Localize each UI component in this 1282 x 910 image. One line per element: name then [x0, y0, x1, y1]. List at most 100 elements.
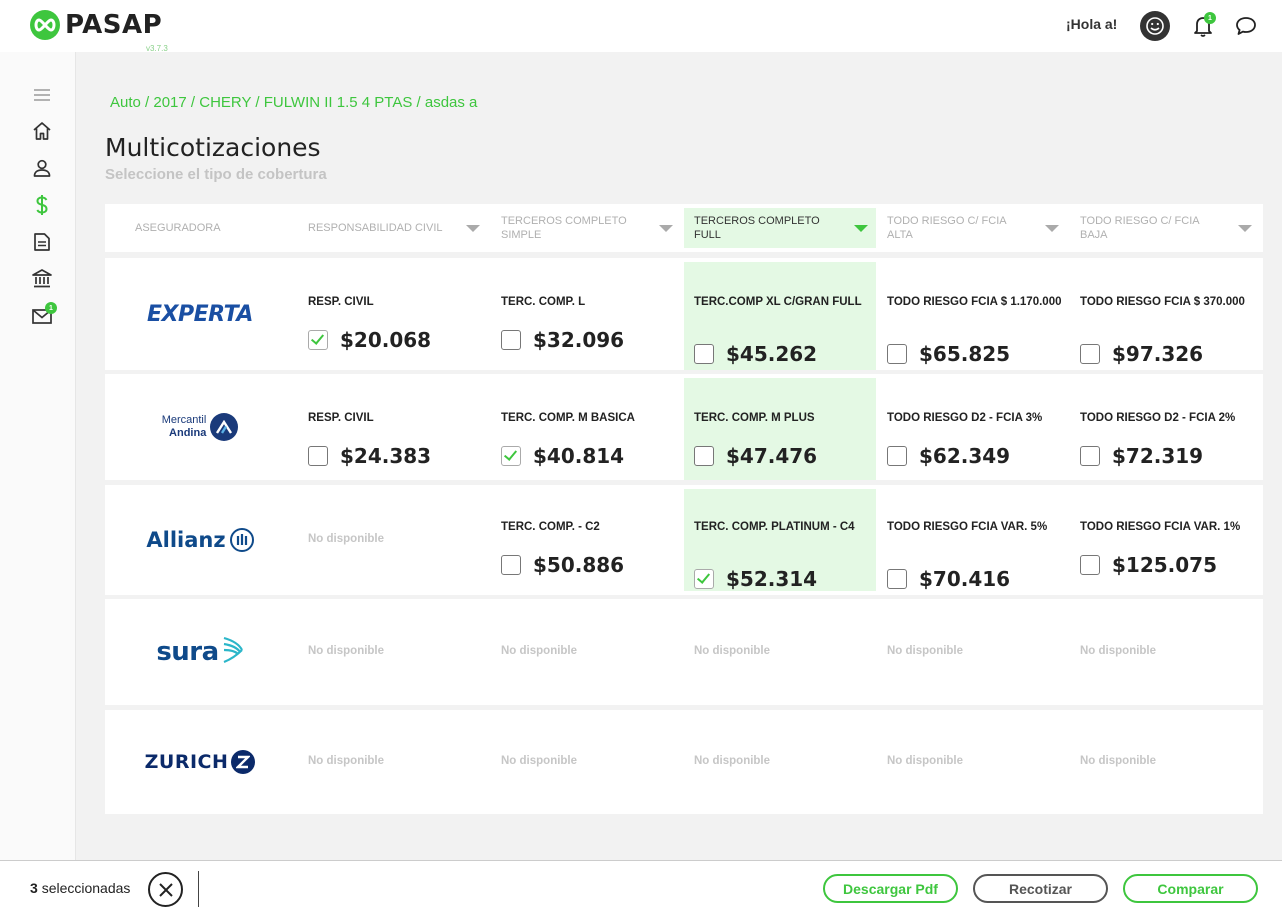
column-header-label: TODO RIESGO C/ FCIA BAJA: [1080, 215, 1199, 241]
quote-checkbox[interactable]: [308, 446, 328, 466]
user-avatar-icon[interactable]: [1140, 11, 1170, 41]
breadcrumb[interactable]: Auto / 2017 / CHERY / FULWIN II 1.5 4 PT…: [110, 94, 477, 111]
dropdown-arrow-icon: [466, 225, 480, 232]
not-available-label: No disponible: [887, 645, 964, 657]
insurer-name: sura: [156, 637, 219, 667]
plan-name: TODO RIESGO FCIA $ 1.170.000: [887, 296, 1062, 308]
column-header-terceros-simple[interactable]: TERCEROS COMPLETO SIMPLE: [491, 204, 681, 252]
quote-cell[interactable]: TODO RIESGO FCIA $ 370.000 $97.326: [1070, 258, 1260, 370]
column-header-label: RESPONSABILIDAD CIVIL: [308, 222, 443, 234]
plan-name: TODO RIESGO D2 - FCIA 2%: [1080, 412, 1236, 424]
user-icon[interactable]: [30, 156, 54, 180]
quote-price: $62.349: [919, 444, 1011, 468]
quote-checkbox[interactable]: [694, 446, 714, 466]
insurer-logo-zurich: ZURICH: [105, 710, 295, 814]
column-header-terceros-full[interactable]: TERCEROS COMPLETO FULL: [684, 208, 876, 248]
insurer-name-line1: Mercantil: [161, 414, 207, 426]
quote-cell[interactable]: TERC. COMP. M PLUS $47.476: [684, 378, 876, 480]
quote-cell[interactable]: TERC. COMP. M BASICA $40.814: [491, 374, 681, 480]
quote-checkbox[interactable]: [1080, 555, 1100, 575]
plan-name: TODO RIESGO FCIA VAR. 1%: [1080, 521, 1241, 533]
quote-checkbox[interactable]: [694, 569, 714, 589]
quote-checkbox[interactable]: [887, 446, 907, 466]
insurer-name: EXPERTA: [147, 301, 253, 327]
not-available-label: No disponible: [1080, 645, 1157, 657]
footer-divider: [198, 871, 199, 907]
mail-badge: 1: [45, 302, 57, 314]
quote-checkbox[interactable]: [501, 446, 521, 466]
quote-price: $24.383: [340, 444, 432, 468]
column-header-responsabilidad-civil[interactable]: RESPONSABILIDAD CIVIL: [298, 204, 488, 252]
quote-price: $45.262: [726, 342, 818, 366]
allianz-emblem-icon: [229, 528, 254, 552]
greeting: ¡Hola a!: [1066, 16, 1118, 32]
brand-logo[interactable]: PASAP: [30, 10, 162, 40]
app-version: v3.7.3: [146, 44, 168, 53]
plan-name: TODO RIESGO FCIA $ 370.000: [1080, 296, 1245, 308]
sidebar: 1: [0, 52, 76, 860]
plan-name: RESP. CIVIL: [308, 296, 374, 308]
quote-price: $32.096: [533, 328, 625, 352]
insurer-row-experta: EXPERTA RESP. CIVIL $20.068 TERC. COMP. …: [105, 258, 1263, 370]
dropdown-arrow-icon: [854, 225, 868, 232]
quote-price: $52.314: [726, 567, 818, 591]
not-available-label: No disponible: [308, 533, 385, 545]
plan-name: TERC. COMP. L: [501, 296, 586, 308]
quote-cell[interactable]: RESP. CIVIL $20.068: [298, 258, 488, 370]
quote-checkbox[interactable]: [694, 344, 714, 364]
document-icon[interactable]: [30, 230, 54, 254]
insurer-logo-sura: sura: [105, 599, 295, 705]
notifications-bell-icon[interactable]: 1: [1188, 11, 1218, 41]
quote-checkbox[interactable]: [887, 344, 907, 364]
quote-price: $40.814: [533, 444, 625, 468]
column-header-todo-riesgo-baja[interactable]: TODO RIESGO C/ FCIA BAJA: [1070, 204, 1260, 252]
not-available-label: No disponible: [887, 755, 964, 767]
quote-checkbox[interactable]: [308, 330, 328, 350]
insurer-logo-mercantil-andina: Mercantil Andina: [105, 374, 295, 480]
dropdown-arrow-icon: [1238, 225, 1252, 232]
quote-checkbox[interactable]: [501, 555, 521, 575]
mail-icon[interactable]: 1: [30, 302, 57, 328]
column-header-label: TERCEROS COMPLETO FULL: [694, 215, 820, 241]
quote-cell[interactable]: TODO RIESGO FCIA VAR. 1% $125.075: [1070, 485, 1260, 595]
quote-cell[interactable]: TERC. COMP. - C2 $50.886: [491, 485, 681, 595]
quote-cell[interactable]: TODO RIESGO FCIA VAR. 5% $70.416: [877, 485, 1067, 595]
insurer-logo-experta: EXPERTA: [105, 258, 295, 370]
quote-checkbox[interactable]: [1080, 344, 1100, 364]
quote-cell[interactable]: TODO RIESGO FCIA $ 1.170.000 $65.825: [877, 258, 1067, 370]
plan-name: TERC.COMP XL C/GRAN FULL: [694, 296, 862, 308]
plan-name: TODO RIESGO D2 - FCIA 3%: [887, 412, 1043, 424]
chat-icon[interactable]: [1231, 11, 1261, 41]
quote-cell: No disponible: [298, 485, 488, 595]
home-icon[interactable]: [30, 119, 54, 143]
quote-cell[interactable]: TERC.COMP XL C/GRAN FULL $45.262: [684, 262, 876, 370]
recotizar-button[interactable]: Recotizar: [973, 874, 1108, 903]
column-header-label: TODO RIESGO C/ FCIA ALTA: [887, 215, 1006, 241]
quote-cell[interactable]: TODO RIESGO D2 - FCIA 3% $62.349: [877, 374, 1067, 480]
quote-cell[interactable]: TERC. COMP. PLATINUM - C4 $52.314: [684, 489, 876, 591]
not-available-label: No disponible: [1080, 755, 1157, 767]
download-pdf-button[interactable]: Descargar Pdf: [823, 874, 958, 903]
selection-count-label: seleccionadas: [41, 880, 131, 896]
dollar-icon[interactable]: [30, 193, 54, 217]
insurer-name: ZURICH: [144, 751, 229, 773]
column-header-todo-riesgo-alta[interactable]: TODO RIESGO C/ FCIA ALTA: [877, 204, 1067, 252]
quote-checkbox[interactable]: [887, 569, 907, 589]
plan-name: TERC. COMP. PLATINUM - C4: [694, 521, 855, 533]
not-available-label: No disponible: [308, 645, 385, 657]
sura-wing-icon: [222, 636, 244, 669]
bank-icon[interactable]: [30, 266, 54, 290]
quote-checkbox[interactable]: [501, 330, 521, 350]
quote-cell[interactable]: TODO RIESGO D2 - FCIA 2% $72.319: [1070, 374, 1260, 480]
insurer-name: Allianz: [146, 528, 226, 552]
quote-cell[interactable]: TERC. COMP. L $32.096: [491, 258, 681, 370]
insurer-row-zurich: ZURICH No disponible No disponible No di…: [105, 710, 1263, 814]
menu-icon[interactable]: [30, 83, 54, 107]
quote-cell[interactable]: RESP. CIVIL $24.383: [298, 374, 488, 480]
quote-checkbox[interactable]: [1080, 446, 1100, 466]
not-available-label: No disponible: [694, 645, 771, 657]
comparar-button[interactable]: Comparar: [1123, 874, 1258, 903]
column-header-label: TERCEROS COMPLETO SIMPLE: [501, 215, 627, 241]
selection-count: 3 seleccionadas: [30, 880, 130, 896]
clear-selection-button[interactable]: [148, 872, 183, 907]
